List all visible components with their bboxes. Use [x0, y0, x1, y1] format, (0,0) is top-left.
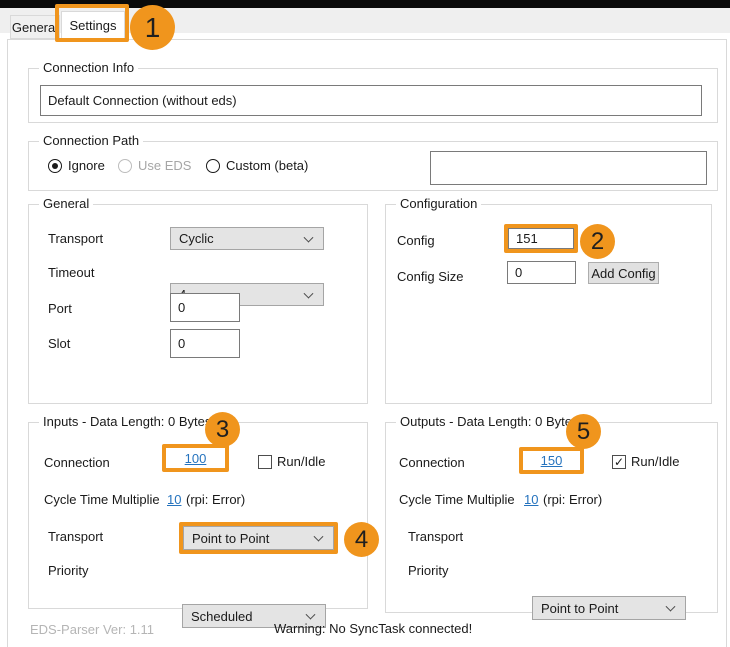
- synctask-warning: Warning: No SyncTask connected!: [274, 621, 472, 636]
- inputs-ctm-label: Cycle Time Multiplie: [44, 492, 160, 507]
- tab-general[interactable]: General: [10, 15, 60, 39]
- slot-input[interactable]: [170, 329, 240, 358]
- step-badge-2: 2: [580, 224, 615, 259]
- inputs-run-idle-checkbox-row[interactable]: Run/Idle: [258, 454, 325, 469]
- step-badge-3-number: 3: [216, 416, 229, 444]
- radio-custom-beta-icon: [206, 159, 220, 173]
- inputs-ctm-link[interactable]: 10: [167, 492, 181, 507]
- slot-label: Slot: [48, 336, 70, 351]
- custom-path-input[interactable]: [430, 151, 707, 185]
- chevron-down-icon: [306, 610, 316, 620]
- step-badge-1: 1: [130, 5, 175, 50]
- radio-use-eds-label: Use EDS: [138, 158, 191, 173]
- outputs-ctm-link[interactable]: 10: [524, 492, 538, 507]
- port-input[interactable]: [170, 293, 240, 322]
- step-badge-2-number: 2: [591, 228, 604, 256]
- radio-custom-beta-label: Custom (beta): [226, 158, 308, 173]
- inputs-ctm-note: (rpi: Error): [186, 492, 245, 507]
- radio-ignore-label: Ignore: [68, 158, 105, 173]
- inputs-transport-dropdown[interactable]: Point to Point: [183, 526, 334, 550]
- inputs-transport-label: Transport: [48, 529, 103, 544]
- configuration-group-title: Configuration: [396, 196, 481, 211]
- inputs-priority-label: Priority: [48, 563, 88, 578]
- outputs-group-title: Outputs - Data Length: 0 Bytes: [396, 414, 583, 429]
- step-badge-4-number: 4: [355, 526, 368, 554]
- connection-name-input[interactable]: [40, 85, 702, 116]
- general-transport-value: Cyclic: [179, 231, 214, 246]
- highlight-outputs-connection: 150: [519, 447, 584, 474]
- radio-ignore-icon: [48, 159, 62, 173]
- add-config-button[interactable]: Add Config: [588, 262, 659, 284]
- outputs-transport-dropdown[interactable]: Point to Point: [532, 596, 686, 620]
- radio-custom-beta[interactable]: Custom (beta): [206, 158, 308, 173]
- add-config-button-label: Add Config: [591, 266, 655, 281]
- general-transport-dropdown[interactable]: Cyclic: [170, 227, 324, 250]
- step-badge-4: 4: [344, 522, 379, 557]
- highlight-settings-tab: [55, 4, 129, 42]
- inputs-run-idle-checkbox[interactable]: [258, 455, 272, 469]
- inputs-priority-value: Scheduled: [191, 609, 252, 624]
- inputs-connection-link[interactable]: 100: [185, 451, 207, 466]
- settings-window: General Settings 1 Connection Info Conne…: [0, 0, 730, 647]
- outputs-run-idle-label: Run/Idle: [631, 454, 679, 469]
- radio-use-eds: Use EDS: [118, 158, 191, 173]
- inputs-group-title: Inputs - Data Length: 0 Bytes: [39, 414, 215, 429]
- inputs-connection-label: Connection: [44, 455, 110, 470]
- inputs-transport-value: Point to Point: [192, 531, 269, 546]
- chevron-down-icon: [304, 232, 314, 242]
- chevron-down-icon: [304, 288, 314, 298]
- inputs-run-idle-label: Run/Idle: [277, 454, 325, 469]
- transport-label: Transport: [48, 231, 103, 246]
- timeout-label: Timeout: [48, 265, 94, 280]
- config-input[interactable]: [508, 228, 574, 249]
- eds-parser-version: EDS-Parser Ver: 1.11: [30, 622, 154, 637]
- outputs-ctm-note: (rpi: Error): [543, 492, 602, 507]
- outputs-connection-label: Connection: [399, 455, 465, 470]
- step-badge-5: 5: [566, 414, 601, 449]
- config-size-input[interactable]: [507, 261, 576, 284]
- tab-general-label: General: [12, 20, 58, 35]
- port-label: Port: [48, 301, 72, 316]
- check-icon: ✓: [614, 456, 624, 468]
- highlight-inputs-transport: Point to Point: [179, 522, 338, 554]
- highlight-inputs-connection: 100: [162, 444, 229, 472]
- radio-use-eds-icon: [118, 159, 132, 173]
- outputs-priority-label: Priority: [408, 563, 448, 578]
- general-group-title: General: [39, 196, 93, 211]
- step-badge-1-number: 1: [145, 12, 161, 44]
- radio-ignore[interactable]: Ignore: [48, 158, 105, 173]
- highlight-config-input: [504, 224, 578, 253]
- chevron-down-icon: [314, 532, 324, 542]
- step-badge-3: 3: [205, 412, 240, 447]
- config-label: Config: [397, 233, 435, 248]
- outputs-transport-label: Transport: [408, 529, 463, 544]
- outputs-transport-value: Point to Point: [541, 601, 618, 616]
- config-size-label: Config Size: [397, 269, 463, 284]
- outputs-run-idle-checkbox[interactable]: ✓: [612, 455, 626, 469]
- outputs-ctm-label: Cycle Time Multiplie: [399, 492, 515, 507]
- step-badge-5-number: 5: [577, 418, 590, 446]
- connection-info-title: Connection Info: [39, 60, 138, 75]
- outputs-connection-link[interactable]: 150: [541, 453, 563, 468]
- connection-path-title: Connection Path: [39, 133, 143, 148]
- outputs-run-idle-checkbox-row[interactable]: ✓ Run/Idle: [612, 454, 679, 469]
- chevron-down-icon: [666, 602, 676, 612]
